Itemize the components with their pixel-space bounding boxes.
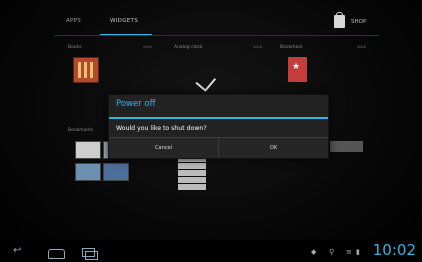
widget-label-bookmarks: Bookmarks <box>68 128 94 133</box>
power-off-dialog: Power off Would you like to shut down? C… <box>108 94 329 159</box>
top-tab-bar: APPS WIDGETS SHOP <box>0 10 422 36</box>
back-icon[interactable]: ↩ <box>13 246 21 256</box>
status-clock[interactable]: 10:02 <box>373 243 416 258</box>
bookmark-thumbnail <box>103 163 129 181</box>
tab-apps[interactable]: APPS <box>66 18 81 24</box>
shop-button[interactable]: SHOP <box>334 12 367 28</box>
bookmark-thumbnail <box>75 163 101 181</box>
widget-label-bookmark: Bookmark <box>280 45 303 50</box>
widget-preview-placeholder[interactable] <box>330 141 363 152</box>
recent-apps-icon-back <box>85 251 98 260</box>
widget-label-books: Books <box>68 45 82 50</box>
widget-preview-list[interactable] <box>178 155 206 197</box>
widget-size-clock: ▪▪▪ <box>253 45 263 50</box>
widget-label-analog-clock: Analog clock <box>174 45 203 50</box>
widget-size-bookmark: ▪▪▪ <box>357 45 367 50</box>
dialog-title: Power off <box>116 99 156 109</box>
star-icon: ★ <box>292 62 301 72</box>
widget-size-books: ▪▪▪ <box>143 45 153 50</box>
battery-icon: ▮ <box>356 248 360 256</box>
tab-widgets[interactable]: WIDGETS <box>110 18 138 24</box>
home-screen: APPS WIDGETS SHOP Books Analog clock Boo… <box>0 0 422 262</box>
clock-hand-icon <box>195 81 207 92</box>
android-debug-icon: ◆ <box>311 248 317 256</box>
cancel-button[interactable]: Cancel <box>109 138 218 158</box>
shopping-bag-icon <box>334 12 345 28</box>
dialog-title-divider <box>109 117 328 119</box>
home-icon[interactable] <box>48 249 65 259</box>
wifi-icon: ≡ <box>346 248 352 256</box>
usb-icon: ⚲ <box>329 248 335 256</box>
dialog-message: Would you like to shut down? <box>116 125 207 132</box>
tab-divider <box>54 35 379 36</box>
books-widget-preview[interactable] <box>73 57 99 83</box>
bookmark-widget-preview[interactable]: ★ <box>288 57 307 82</box>
shop-label: SHOP <box>351 18 367 25</box>
bookmark-thumbnail <box>75 141 101 159</box>
ok-button[interactable]: OK <box>219 138 328 158</box>
